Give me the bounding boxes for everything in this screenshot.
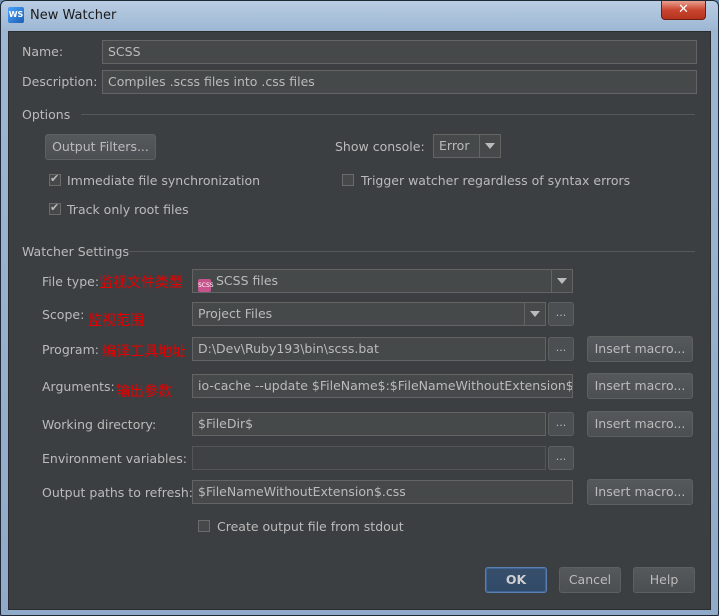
create-output-checkbox[interactable]	[198, 520, 210, 532]
output-paths-field[interactable]: $FileNameWithoutExtension$.css	[192, 480, 573, 504]
environment-variables-field[interactable]	[192, 446, 546, 470]
file-type-annotation: 监视文件类型	[99, 275, 183, 291]
immediate-sync-checkbox[interactable]	[49, 172, 61, 186]
arguments-label: Arguments:	[42, 379, 115, 394]
create-output-label[interactable]: Create output file from stdout	[217, 519, 404, 534]
name-field[interactable]: SCSS	[102, 40, 697, 64]
show-console-value: Error	[439, 138, 470, 153]
name-label: Name:	[22, 44, 64, 59]
scope-value: Project Files	[198, 306, 273, 321]
arguments-annotation: 输出参数	[116, 384, 172, 400]
dialog-content: Name: SCSS Description: Compiles .scss f…	[8, 31, 711, 610]
program-field[interactable]: D:\Dev\Ruby193\bin\scss.bat	[192, 337, 546, 361]
chevron-down-icon	[479, 135, 500, 157]
scope-select[interactable]: Project Files	[192, 302, 546, 326]
trigger-regardless-checkbox[interactable]	[342, 174, 354, 186]
output-filters-button[interactable]: Output Filters...	[45, 134, 156, 160]
chevron-down-icon	[524, 303, 545, 325]
working-directory-insert-macro-button[interactable]: Insert macro...	[587, 411, 693, 437]
help-button[interactable]: Help	[633, 567, 695, 593]
scope-browse-button[interactable]: ...	[548, 302, 574, 326]
sass-file-icon: SCSS	[198, 279, 214, 292]
file-type-value: SCSS files	[216, 273, 279, 288]
chevron-down-icon	[551, 270, 572, 292]
description-label: Description:	[22, 74, 98, 89]
file-type-select[interactable]: SCSS SCSS files	[192, 269, 573, 293]
working-directory-browse-button[interactable]: ...	[548, 412, 574, 436]
arguments-field[interactable]: io-cache --update $FileName$:$FileNameWi…	[192, 374, 573, 398]
output-paths-label: Output paths to refresh:	[42, 485, 193, 500]
track-root-checkbox[interactable]	[49, 201, 61, 215]
window-title: New Watcher	[30, 8, 117, 23]
environment-variables-label: Environment variables:	[42, 451, 187, 466]
environment-variables-browse-button[interactable]: ...	[548, 446, 574, 470]
options-section-label: Options	[22, 107, 71, 122]
immediate-sync-label[interactable]: Immediate file synchronization	[67, 173, 260, 188]
track-root-label[interactable]: Track only root files	[67, 202, 189, 217]
arguments-insert-macro-button[interactable]: Insert macro...	[587, 373, 693, 399]
options-separator	[81, 114, 695, 115]
scope-annotation: 监视范围	[88, 313, 144, 329]
show-console-select[interactable]: Error	[433, 134, 501, 158]
title-bar[interactable]: WS New Watcher ✕	[1, 1, 718, 31]
webstorm-app-icon: WS	[8, 7, 24, 23]
ok-button[interactable]: OK	[485, 567, 547, 593]
trigger-regardless-label[interactable]: Trigger watcher regardless of syntax err…	[361, 173, 630, 188]
description-field[interactable]: Compiles .scss files into .css files	[102, 70, 697, 94]
watcher-section-label: Watcher Settings	[22, 244, 129, 259]
working-directory-label: Working directory:	[42, 417, 157, 432]
file-type-label: File type:	[42, 274, 100, 289]
show-console-label: Show console:	[335, 139, 425, 154]
dialog-window: WS New Watcher ✕ Name: SCSS Description:…	[0, 0, 719, 616]
program-annotation: 编译工具地址	[102, 344, 186, 360]
watcher-separator	[127, 251, 695, 252]
close-button[interactable]: ✕	[661, 1, 706, 20]
cancel-button[interactable]: Cancel	[559, 567, 621, 593]
working-directory-field[interactable]: $FileDir$	[192, 412, 546, 436]
output-paths-insert-macro-button[interactable]: Insert macro...	[587, 479, 693, 505]
program-browse-button[interactable]: ...	[548, 337, 574, 361]
program-insert-macro-button[interactable]: Insert macro...	[587, 336, 693, 362]
program-label: Program:	[42, 342, 99, 357]
scope-label: Scope:	[42, 307, 85, 322]
